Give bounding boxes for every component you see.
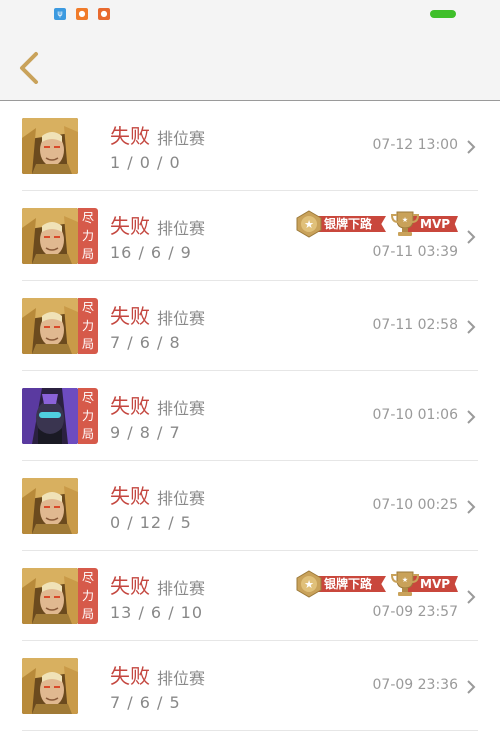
trophy-icon: ★ bbox=[390, 210, 420, 242]
match-mode: 排位赛 bbox=[157, 309, 206, 328]
hero-avatar bbox=[22, 118, 78, 174]
hero-avatar bbox=[22, 388, 78, 444]
match-mode: 排位赛 bbox=[157, 579, 206, 598]
match-result: 失败 bbox=[110, 214, 150, 238]
status-bar: ψ ● ● bbox=[0, 0, 500, 30]
match-mode: 排位赛 bbox=[157, 669, 206, 688]
kda-score: 16 / 6 / 9 bbox=[110, 243, 192, 262]
usb-icon: ψ bbox=[54, 8, 66, 20]
chevron-right-icon bbox=[466, 589, 476, 604]
svg-text:★: ★ bbox=[402, 216, 408, 224]
back-button[interactable] bbox=[12, 48, 48, 84]
match-row[interactable]: 尽力局失败 排位赛 9 / 8 / 7 07-10 01:06 bbox=[22, 371, 478, 461]
badge-label: MVP bbox=[420, 217, 451, 231]
match-result: 失败 bbox=[110, 574, 150, 598]
match-time: 07-11 02:58 bbox=[372, 317, 458, 333]
hero-avatar bbox=[22, 478, 78, 534]
kda-score: 9 / 8 / 7 bbox=[110, 423, 181, 442]
best-effort-tag: 尽力局 bbox=[78, 568, 98, 624]
silver-bottom-lane-badge: ★ 银牌下路 bbox=[294, 210, 386, 238]
trophy-icon: ★ bbox=[390, 570, 420, 602]
match-history-list: 失败 排位赛 1 / 0 / 0 07-12 13:00 尽力局失败 排位赛 16 / 6 … bbox=[0, 101, 500, 731]
match-time: 07-12 13:00 bbox=[372, 137, 458, 153]
match-time: 07-10 00:25 bbox=[372, 497, 458, 513]
match-row[interactable]: 尽力局失败 排位赛 16 / 6 / 9 07-11 03:39 ★ 银牌下路 ★ MVP bbox=[22, 191, 478, 281]
hero-avatar bbox=[22, 298, 78, 354]
kda-score: 1 / 0 / 0 bbox=[110, 153, 181, 172]
best-effort-tag: 尽力局 bbox=[78, 388, 98, 444]
mvp-badge: ★ MVP bbox=[390, 210, 458, 238]
chevron-right-icon bbox=[466, 139, 476, 154]
header bbox=[0, 30, 500, 101]
match-time: 07-09 23:36 bbox=[372, 677, 458, 693]
match-mode: 排位赛 bbox=[157, 489, 206, 508]
hero-avatar bbox=[22, 658, 78, 714]
badge-label: 银牌下路 bbox=[324, 577, 373, 591]
kda-score: 13 / 6 / 10 bbox=[110, 603, 204, 622]
svg-text:★: ★ bbox=[304, 218, 314, 231]
match-row[interactable]: 失败 排位赛 1 / 0 / 0 07-12 13:00 bbox=[22, 101, 478, 191]
chevron-right-icon bbox=[466, 409, 476, 424]
kda-score: 7 / 6 / 5 bbox=[110, 693, 181, 712]
match-result: 失败 bbox=[110, 124, 150, 148]
chevron-right-icon bbox=[466, 229, 476, 244]
hero-avatar bbox=[22, 568, 78, 624]
svg-text:★: ★ bbox=[402, 576, 408, 584]
match-row[interactable]: 失败 排位赛 0 / 12 / 5 07-10 00:25 bbox=[22, 461, 478, 551]
match-mode: 排位赛 bbox=[157, 399, 206, 418]
silver-bottom-lane-badge: ★ 银牌下路 bbox=[294, 570, 386, 598]
match-time: 07-10 01:06 bbox=[372, 407, 458, 423]
match-row[interactable]: 尽力局失败 排位赛 7 / 6 / 8 07-11 02:58 bbox=[22, 281, 478, 371]
match-mode: 排位赛 bbox=[157, 129, 206, 148]
match-row[interactable]: 尽力局失败 排位赛 13 / 6 / 10 07-09 23:57 ★ 银牌下路 ★ MVP bbox=[22, 551, 478, 641]
kda-score: 7 / 6 / 8 bbox=[110, 333, 181, 352]
app-notification-icon: ● bbox=[76, 8, 88, 20]
app-notification-icon-2: ● bbox=[98, 8, 110, 20]
best-effort-tag: 尽力局 bbox=[78, 208, 98, 264]
match-result: 失败 bbox=[110, 484, 150, 508]
match-result: 失败 bbox=[110, 664, 150, 688]
battery-icon bbox=[430, 10, 456, 18]
match-time: 07-09 23:57 bbox=[372, 604, 458, 620]
badge-label: MVP bbox=[420, 577, 451, 591]
kda-score: 0 / 12 / 5 bbox=[110, 513, 192, 532]
chevron-right-icon bbox=[466, 499, 476, 514]
best-effort-tag: 尽力局 bbox=[78, 298, 98, 354]
badge-label: 银牌下路 bbox=[324, 217, 373, 231]
match-time: 07-11 03:39 bbox=[372, 244, 458, 260]
match-mode: 排位赛 bbox=[157, 219, 206, 238]
svg-text:★: ★ bbox=[304, 578, 314, 591]
star-medal-icon: ★ bbox=[294, 210, 324, 242]
star-medal-icon: ★ bbox=[294, 570, 324, 602]
match-result: 失败 bbox=[110, 394, 150, 418]
match-row[interactable]: 失败 排位赛 7 / 6 / 5 07-09 23:36 bbox=[22, 641, 478, 731]
chevron-right-icon bbox=[466, 679, 476, 694]
chevron-right-icon bbox=[466, 319, 476, 334]
mvp-badge: ★ MVP bbox=[390, 570, 458, 598]
hero-avatar bbox=[22, 208, 78, 264]
match-result: 失败 bbox=[110, 304, 150, 328]
chevron-left-icon bbox=[20, 52, 38, 84]
